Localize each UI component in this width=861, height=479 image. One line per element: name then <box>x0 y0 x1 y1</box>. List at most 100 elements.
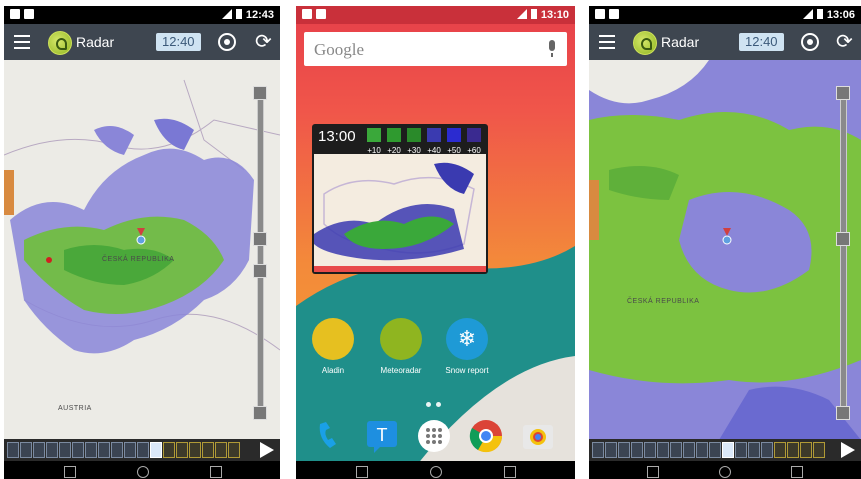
timeline-frame[interactable] <box>696 442 708 458</box>
google-search-bar[interactable]: Google <box>304 32 567 66</box>
legend-swatch <box>367 128 381 142</box>
zoom-in-button[interactable] <box>253 86 267 100</box>
status-bar: 13:06 <box>589 6 861 24</box>
camera-icon[interactable] <box>520 418 556 454</box>
timeline-frame[interactable] <box>787 442 799 458</box>
timeline-frame[interactable] <box>163 442 175 458</box>
timeline-frame[interactable] <box>137 442 149 458</box>
my-location-icon[interactable] <box>801 33 819 51</box>
zoom-slider-track[interactable] <box>257 90 264 420</box>
widget-radar-map <box>314 154 486 272</box>
radar-time-button[interactable]: 12:40 <box>739 33 784 51</box>
messenger-icon[interactable]: T <box>364 418 400 454</box>
snowflake-icon[interactable]: ❄ <box>446 318 488 360</box>
phone-icon[interactable] <box>312 418 348 454</box>
menu-icon[interactable] <box>599 35 615 49</box>
notification-icons <box>10 9 38 22</box>
zoom-slider-track[interactable] <box>840 90 847 420</box>
timeline-frame[interactable] <box>631 442 643 458</box>
map-label-austria: AUSTRIA <box>58 405 92 412</box>
timeline-frame[interactable] <box>215 442 227 458</box>
recents-icon[interactable] <box>504 466 516 478</box>
timeline-frame[interactable] <box>735 442 747 458</box>
map-label-czech: ČESKÁ REPUBLIKA <box>102 256 175 263</box>
meteoradar-logo-icon <box>48 31 72 55</box>
play-icon[interactable] <box>841 442 855 458</box>
notification-icons <box>302 9 330 22</box>
status-time: 13:10 <box>540 9 569 21</box>
zoom-out-button[interactable] <box>836 406 850 420</box>
zoom-handle[interactable] <box>836 232 850 246</box>
timeline-frames[interactable] <box>7 442 241 460</box>
timeline-frame[interactable] <box>7 442 19 458</box>
zoom-handle-2[interactable] <box>253 264 267 278</box>
timeline-frame[interactable] <box>709 442 721 458</box>
status-bar: 12:43 <box>4 6 280 24</box>
recents-icon[interactable] <box>791 466 803 478</box>
timeline-frame[interactable] <box>748 442 760 458</box>
timeline-frame[interactable] <box>670 442 682 458</box>
refresh-icon[interactable]: ⟳ <box>255 32 272 52</box>
timeline-frame[interactable] <box>111 442 123 458</box>
timeline-frame[interactable] <box>592 442 604 458</box>
timeline-frame[interactable] <box>644 442 656 458</box>
back-icon[interactable] <box>647 466 659 478</box>
timeline-frame[interactable] <box>33 442 45 458</box>
timeline-frame[interactable] <box>176 442 188 458</box>
timeline-frame[interactable] <box>813 442 825 458</box>
timeline-frame[interactable] <box>605 442 617 458</box>
mic-icon[interactable] <box>549 40 555 57</box>
home-icon[interactable] <box>137 466 149 478</box>
timeline-frame[interactable] <box>59 442 71 458</box>
aladin-lamp-icon[interactable] <box>312 318 354 360</box>
timeline-frame-current[interactable] <box>722 442 734 458</box>
home-icon[interactable] <box>430 466 442 478</box>
meteoradar-logo-icon <box>633 31 657 55</box>
timeline-frame[interactable] <box>72 442 84 458</box>
timeline-frame[interactable] <box>228 442 240 458</box>
timeline-frame[interactable] <box>618 442 630 458</box>
app-label-meteoradar: Meteoradar <box>380 366 422 375</box>
radar-widget[interactable]: 13:00 +10 +20 +30 +40 +50 +60 <box>312 124 488 274</box>
map-label-czech: ČESKÁ REPUBLIKA <box>627 298 700 305</box>
refresh-icon[interactable]: ⟳ <box>836 32 853 52</box>
timeline-frame[interactable] <box>202 442 214 458</box>
chrome-icon[interactable] <box>468 418 504 454</box>
my-location-icon[interactable] <box>218 33 236 51</box>
recents-icon[interactable] <box>210 466 222 478</box>
status-time: 13:06 <box>826 9 855 21</box>
timeline-frame[interactable] <box>800 442 812 458</box>
timeline-frames[interactable] <box>592 442 826 460</box>
radar-timeline[interactable] <box>589 439 861 461</box>
timeline-frame[interactable] <box>774 442 786 458</box>
signal-icon <box>516 9 527 19</box>
timeline-frame-current[interactable] <box>150 442 162 458</box>
legend-swatch <box>387 128 401 142</box>
timeline-frame[interactable] <box>85 442 97 458</box>
timeline-frame[interactable] <box>124 442 136 458</box>
timeline-frame[interactable] <box>683 442 695 458</box>
meteoradar-dish-icon[interactable] <box>380 318 422 360</box>
timeline-frame[interactable] <box>657 442 669 458</box>
timeline-frame[interactable] <box>98 442 110 458</box>
home-icon[interactable] <box>719 466 731 478</box>
zoom-handle[interactable] <box>253 232 267 246</box>
zoom-out-button[interactable] <box>253 406 267 420</box>
legend-swatch <box>467 128 481 142</box>
back-icon[interactable] <box>64 466 76 478</box>
svg-text:T: T <box>377 425 388 445</box>
timeline-frame[interactable] <box>761 442 773 458</box>
timeline-frame[interactable] <box>189 442 201 458</box>
radar-time-button[interactable]: 12:40 <box>156 33 201 51</box>
menu-icon[interactable] <box>14 35 30 49</box>
radar-map[interactable]: ČESKÁ REPUBLIKA AUSTRIA <box>4 60 280 439</box>
play-icon[interactable] <box>260 442 274 458</box>
timeline-frame[interactable] <box>20 442 32 458</box>
timeline-frame[interactable] <box>46 442 58 458</box>
zoom-in-button[interactable] <box>836 86 850 100</box>
app-label-snow-report: Snow report <box>445 366 489 375</box>
back-icon[interactable] <box>356 466 368 478</box>
radar-timeline[interactable] <box>4 439 280 461</box>
radar-map[interactable]: ČESKÁ REPUBLIKA <box>589 60 861 439</box>
app-drawer-icon[interactable] <box>416 418 452 454</box>
